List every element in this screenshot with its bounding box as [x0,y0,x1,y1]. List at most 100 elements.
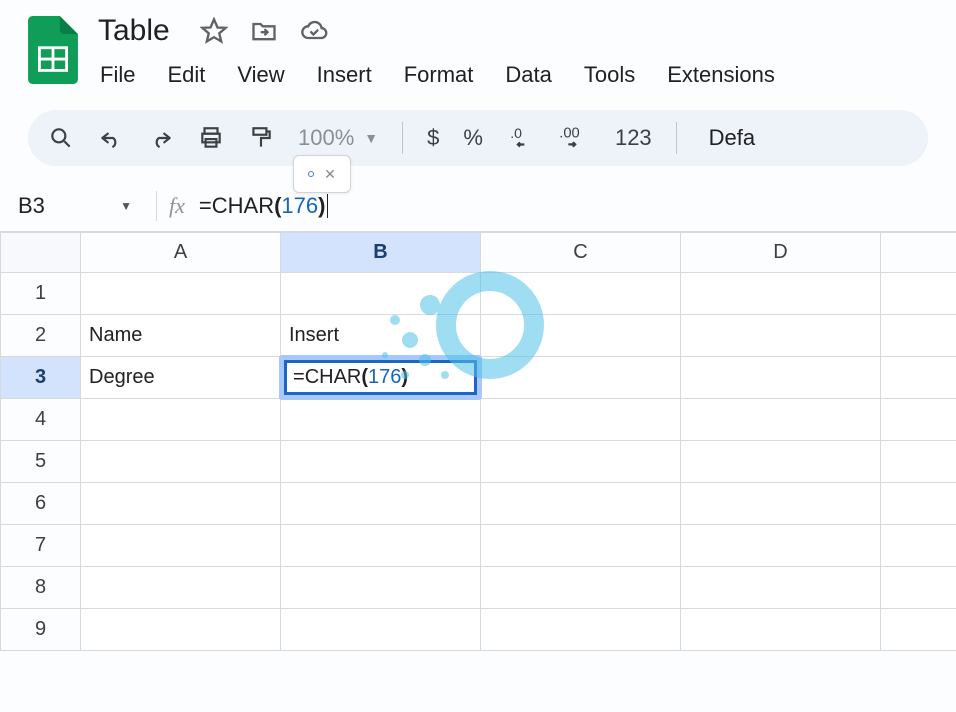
star-icon[interactable] [200,17,228,45]
cell[interactable] [281,273,481,315]
cell-reference: B3 [18,193,45,219]
cell[interactable] [681,315,881,357]
cell[interactable] [681,273,881,315]
table-row: 1 [1,273,956,315]
row-header-7[interactable]: 7 [1,525,81,567]
column-header-d[interactable]: D [681,233,881,273]
table-row: 8 [1,567,956,609]
cloud-status-icon[interactable] [300,17,328,45]
redo-icon[interactable] [148,125,174,151]
menu-insert[interactable]: Insert [315,58,374,92]
cell-a2[interactable]: Name [81,315,281,357]
cell[interactable] [81,609,281,651]
cell[interactable] [281,609,481,651]
cell[interactable] [81,525,281,567]
cell[interactable] [881,357,956,399]
spreadsheet-grid[interactable]: A B C D 1 2 Name Insert 3 Degree [0,232,956,651]
menu-view[interactable]: View [235,58,286,92]
row-header-8[interactable]: 8 [1,567,81,609]
cell[interactable] [681,441,881,483]
cell[interactable] [481,483,681,525]
cell[interactable] [881,567,956,609]
document-title[interactable]: Table [98,14,170,48]
cell[interactable] [681,399,881,441]
column-header-a[interactable]: A [81,233,281,273]
cell[interactable] [481,441,681,483]
cell[interactable] [281,441,481,483]
cell[interactable] [881,399,956,441]
cell[interactable] [81,567,281,609]
name-box[interactable]: B3 ▼ [14,180,144,231]
font-selector[interactable]: Defa [709,125,755,151]
menu-extensions[interactable]: Extensions [665,58,777,92]
select-all-corner[interactable] [1,233,81,273]
row-header-4[interactable]: 4 [1,399,81,441]
cell-a3[interactable]: Degree [81,357,281,399]
cell[interactable] [881,273,956,315]
cell[interactable] [481,273,681,315]
undo-icon[interactable] [98,125,124,151]
cell[interactable] [281,399,481,441]
cell[interactable] [81,273,281,315]
percent-button[interactable]: % [463,125,483,151]
cell[interactable] [281,525,481,567]
column-header-b[interactable]: B [281,233,481,273]
fx-icon: fx [169,193,185,219]
row-header-1[interactable]: 1 [1,273,81,315]
move-folder-icon[interactable] [250,17,278,45]
row-header-3[interactable]: 3 [1,357,81,399]
cell[interactable] [481,567,681,609]
cell[interactable] [481,609,681,651]
table-row: 3 Degree =CHAR(176) [1,357,956,399]
table-row: 9 [1,609,956,651]
cell[interactable] [681,357,881,399]
menu-tools[interactable]: Tools [582,58,637,92]
close-icon[interactable]: ✕ [324,166,336,183]
cell[interactable] [881,525,956,567]
zoom-selector[interactable]: 100% ▼ [298,125,378,151]
row-header-5[interactable]: 5 [1,441,81,483]
row-header-9[interactable]: 9 [1,609,81,651]
currency-button[interactable]: $ [427,125,439,151]
paste-option-icon[interactable] [308,171,314,177]
column-header-e[interactable] [881,233,956,273]
menu-data[interactable]: Data [503,58,553,92]
menu-format[interactable]: Format [402,58,476,92]
column-header-c[interactable]: C [481,233,681,273]
menu-file[interactable]: File [98,58,137,92]
sheets-logo-icon[interactable] [28,16,78,84]
cell[interactable] [881,441,956,483]
print-icon[interactable] [198,125,224,151]
cell[interactable] [681,525,881,567]
cell[interactable] [281,483,481,525]
number-format-button[interactable]: 123 [615,125,652,151]
cell[interactable] [881,483,956,525]
cell[interactable] [881,315,956,357]
table-row: 7 [1,525,956,567]
toolbar: 100% ▼ $ % .0 .00 123 Defa ✕ [28,110,928,166]
cell[interactable] [481,315,681,357]
decrease-decimal-icon[interactable]: .0 [507,125,533,151]
cell[interactable] [81,441,281,483]
formula-input[interactable]: =CHAR(176) [199,193,329,219]
cell[interactable] [81,399,281,441]
cell[interactable] [881,609,956,651]
cell[interactable] [81,483,281,525]
cell[interactable] [281,567,481,609]
cell[interactable] [481,525,681,567]
cell[interactable] [481,357,681,399]
cell[interactable] [681,567,881,609]
cell-b3[interactable]: =CHAR(176) [281,357,481,399]
row-header-6[interactable]: 6 [1,483,81,525]
search-icon[interactable] [48,125,74,151]
cell[interactable] [681,609,881,651]
cell[interactable] [681,483,881,525]
paint-format-icon[interactable] [248,125,274,151]
table-row: 2 Name Insert [1,315,956,357]
row-header-2[interactable]: 2 [1,315,81,357]
svg-text:.0: .0 [510,125,522,141]
cell-b2[interactable]: Insert [281,315,481,357]
menu-edit[interactable]: Edit [165,58,207,92]
increase-decimal-icon[interactable]: .00 [557,125,591,151]
cell[interactable] [481,399,681,441]
